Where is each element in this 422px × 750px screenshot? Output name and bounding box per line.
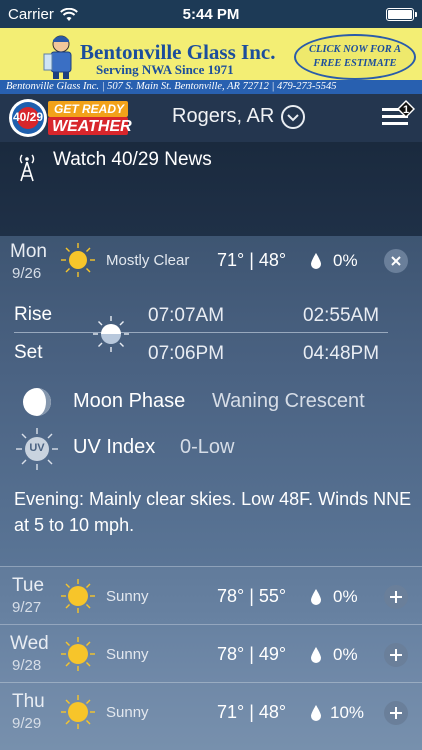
raindrop-icon xyxy=(311,589,321,605)
expand-button[interactable] xyxy=(384,701,408,725)
plus-icon xyxy=(390,649,402,661)
ad-tagline: Serving NWA Since 1971 xyxy=(96,62,234,77)
forecast-date: 9/29 xyxy=(12,715,42,732)
status-time: 5:44 PM xyxy=(182,6,240,23)
forecast-row[interactable]: Tue 9/27 Sunny 78° | 55° 0% xyxy=(0,566,422,624)
expand-button[interactable] xyxy=(384,585,408,609)
status-bar: Carrier 5:44 PM xyxy=(0,0,422,28)
forecast-date: 9/27 xyxy=(12,599,42,616)
moonrise-time: 02:55AM xyxy=(303,305,380,326)
sunrise-time: 07:07AM xyxy=(148,305,225,326)
today-date: 9/26 xyxy=(12,265,42,282)
notification-badge: 1 xyxy=(402,104,410,116)
close-icon xyxy=(391,256,401,266)
sun-icon xyxy=(61,637,95,671)
forecast-row[interactable]: Thu 9/29 Sunny 71° | 48° 10% xyxy=(0,682,422,750)
plus-icon xyxy=(390,591,402,603)
forecast-row[interactable]: Wed 9/28 Sunny 78° | 49° 0% xyxy=(0,624,422,682)
forecast-date: 9/28 xyxy=(12,657,42,674)
forecast-temps: 78° | 55° xyxy=(217,586,287,606)
forecast-condition: Sunny xyxy=(106,588,149,605)
logo-line2: WEATHER xyxy=(52,118,132,135)
uv-index-value: 0-Low xyxy=(180,436,235,458)
expand-button[interactable] xyxy=(384,643,408,667)
moon-phase-label: Moon Phase xyxy=(73,390,186,412)
location-name[interactable]: Rogers, AR xyxy=(172,105,274,128)
forecast-day: Wed xyxy=(10,633,49,654)
ad-cta-button[interactable]: CLICK NOW FOR A FREE ESTIMATE xyxy=(294,34,416,80)
collapse-button[interactable] xyxy=(384,249,408,273)
today-detail-card: Mon 9/26 Mostly Clear 71° | 48° 0% Rise … xyxy=(0,236,422,566)
sun-icon xyxy=(61,579,95,613)
forecast-condition: Sunny xyxy=(106,704,149,721)
moon-icon xyxy=(265,318,280,348)
location-dropdown-button[interactable] xyxy=(281,105,305,129)
rise-set-divider xyxy=(14,332,388,333)
sunset-time: 07:06PM xyxy=(148,343,225,364)
forecast-precip: 0% xyxy=(333,645,358,664)
forecast-condition: Sunny xyxy=(106,646,149,663)
ad-cta-line1: CLICK NOW FOR A xyxy=(309,44,401,55)
raindrop-icon xyxy=(311,647,321,663)
forecast-precip: 0% xyxy=(333,587,358,606)
set-label: Set xyxy=(14,342,43,363)
moonset-time: 04:48PM xyxy=(303,343,380,364)
forecast-day: Tue xyxy=(12,575,45,596)
forecast-precip: 10% xyxy=(330,703,365,722)
station-logo: 40/29 GET READY WEATHER xyxy=(8,98,132,138)
watch-news-row[interactable]: Watch 40/29 News xyxy=(0,142,422,236)
menu-button[interactable]: 1 xyxy=(380,98,418,134)
logo-line1: GET READY xyxy=(54,102,125,116)
chevron-down-icon xyxy=(287,114,299,122)
forecast-day: Thu xyxy=(12,691,45,712)
uv-icon-text: UV xyxy=(29,442,45,454)
sun-icon xyxy=(61,695,95,729)
hamburger-icon xyxy=(382,100,415,125)
mascot-icon xyxy=(43,35,72,79)
raindrop-icon xyxy=(311,705,321,721)
uv-index-label: UV Index xyxy=(73,436,156,458)
rise-label: Rise xyxy=(14,304,53,325)
logo-number: 40/29 xyxy=(12,110,44,124)
forecast-temps: 71° | 48° xyxy=(217,702,287,722)
forecast-temps: 78° | 49° xyxy=(217,644,287,664)
broadcast-tower-icon xyxy=(19,154,35,182)
sun-icon xyxy=(61,243,95,277)
ad-contact-strip: Bentonville Glass Inc. | 507 S. Main St.… xyxy=(0,80,422,94)
ad-cta-line2: FREE ESTIMATE xyxy=(313,58,397,69)
plus-icon xyxy=(390,707,402,719)
ad-banner[interactable]: Bentonville Glass Inc. Serving NWA Since… xyxy=(0,28,422,94)
moon-phase-value: Waning Crescent xyxy=(212,390,365,412)
today-condition: Mostly Clear xyxy=(106,252,190,269)
today-temps: 71° | 48° xyxy=(217,250,287,270)
battery-icon xyxy=(386,8,417,21)
today-precip: 0% xyxy=(333,251,358,270)
watch-news-label: Watch 40/29 News xyxy=(53,149,212,170)
today-day: Mon xyxy=(10,241,47,262)
today-description: Evening: Mainly clear skies. Low 48F. Wi… xyxy=(14,489,412,535)
sunrise-sunset-icon xyxy=(93,316,129,352)
app-header: 40/29 GET READY WEATHER Rogers, AR 1 xyxy=(0,94,422,142)
moon-phase-icon xyxy=(23,388,51,416)
raindrop-icon xyxy=(311,253,321,269)
